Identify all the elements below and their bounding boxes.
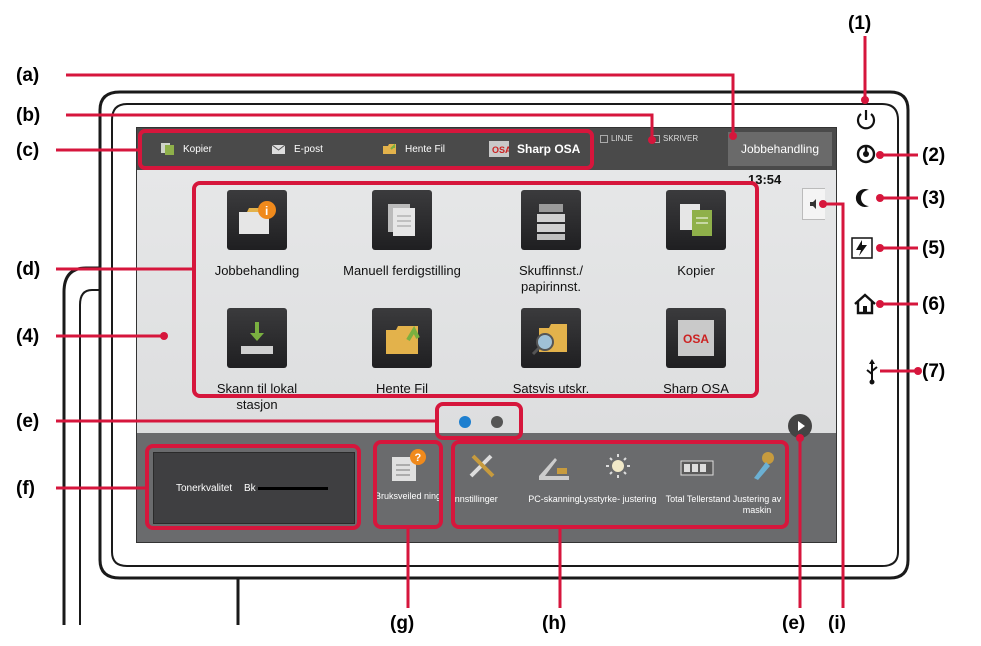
callout-c: (c)	[16, 140, 40, 161]
callout-e-bottom: (e)	[782, 613, 806, 634]
callout-i: (i)	[828, 613, 846, 634]
callout-6: (6)	[922, 294, 946, 315]
highlight-shortcuts	[451, 440, 789, 529]
highlight-tab-bar	[138, 129, 594, 170]
highlight-page-dots	[435, 402, 523, 440]
leader-i	[823, 202, 845, 608]
callout-4: (4)	[16, 326, 40, 347]
callout-layer	[56, 36, 922, 608]
callout-g: (g)	[390, 613, 415, 634]
callout-d: (d)	[16, 259, 41, 280]
callout-a: (a)	[16, 65, 40, 86]
leader-a	[66, 73, 735, 136]
callout-h: (h)	[542, 613, 567, 634]
highlight-toner	[145, 444, 361, 530]
callout-e-left: (e)	[16, 411, 40, 432]
callout-b: (b)	[16, 105, 41, 126]
callout-5: (5)	[922, 238, 946, 259]
callout-f: (f)	[16, 478, 35, 499]
callout-1: (1)	[848, 13, 872, 34]
callout-2: (2)	[922, 145, 946, 166]
callout-3: (3)	[922, 188, 946, 209]
leader-b	[66, 113, 654, 140]
callout-7: (7)	[922, 361, 946, 382]
highlight-app-grid	[192, 181, 759, 398]
highlight-guide	[373, 440, 443, 529]
